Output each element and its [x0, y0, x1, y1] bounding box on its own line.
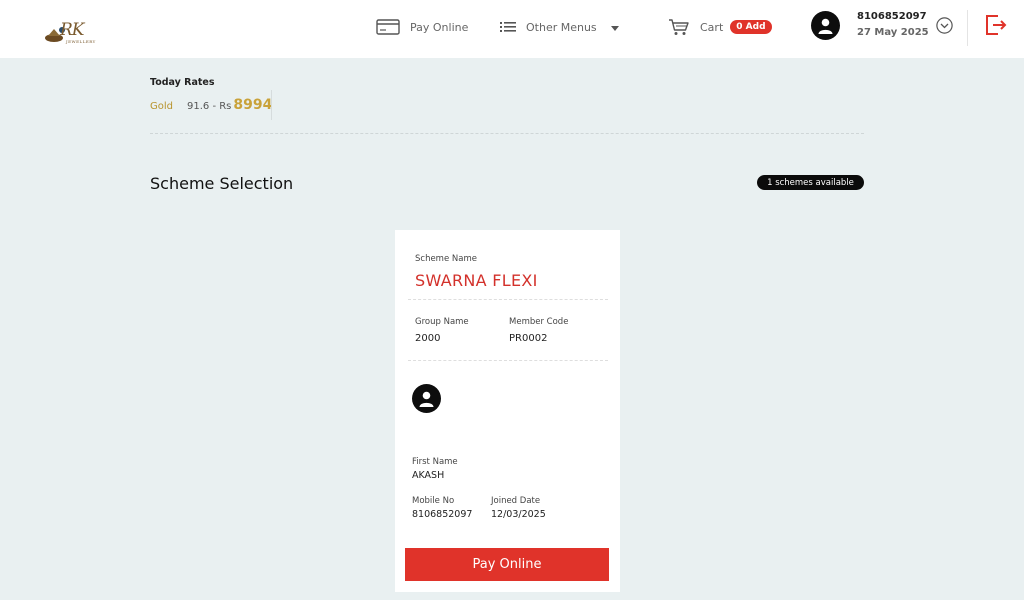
joined-date-label: Joined Date: [491, 496, 541, 506]
gold-rate-row: Gold 91.6 - Rs 8994: [150, 97, 272, 117]
rates-title: Today Rates: [150, 77, 215, 88]
rate-metal: Gold: [150, 101, 173, 112]
user-icon: [818, 18, 833, 34]
mobile-label: Mobile No: [412, 496, 455, 506]
nav-cart[interactable]: Cart 0 Add: [668, 16, 772, 38]
logo-text: RK: [60, 20, 84, 40]
page-title: Scheme Selection: [150, 174, 294, 193]
pay-online-button[interactable]: Pay Online: [405, 548, 609, 581]
section-divider: [150, 133, 864, 134]
user-menu-toggle[interactable]: [936, 17, 953, 34]
current-date: 27 May 2025: [857, 27, 929, 38]
nav-cart-label: Cart: [700, 20, 724, 34]
user-avatar[interactable]: [811, 11, 840, 40]
card-divider: [408, 360, 608, 361]
scheme-name: SWARNA FLEXI: [415, 271, 538, 290]
cart-icon: [668, 18, 690, 36]
top-header: RK JEWELLERY Pay Online Other Menus Cart…: [0, 0, 1024, 58]
group-name: 2000: [415, 333, 441, 344]
chevron-down-circle-icon: [936, 17, 953, 34]
logout-button[interactable]: [984, 13, 1008, 37]
nav-pay-online[interactable]: Pay Online: [376, 16, 468, 38]
brand-logo[interactable]: RK JEWELLERY: [44, 20, 108, 46]
member-code: PR0002: [509, 333, 548, 344]
card-divider: [408, 299, 608, 300]
schemes-available-badge: 1 schemes available: [757, 175, 864, 190]
rate-value: 8994: [233, 97, 273, 113]
nav-other-menus[interactable]: Other Menus: [500, 16, 619, 38]
rate-purity: 91.6 - Rs: [187, 101, 232, 112]
header-divider: [967, 10, 968, 46]
member-code-label: Member Code: [509, 317, 569, 327]
caret-down-icon: [610, 25, 619, 31]
joined-date: 12/03/2025: [491, 509, 546, 520]
user-icon: [419, 391, 434, 407]
user-phone: 8106852097: [857, 11, 927, 22]
list-icon: [500, 21, 516, 33]
scheme-card: Scheme Name SWARNA FLEXI Group Name 2000…: [395, 230, 620, 592]
first-name-label: First Name: [412, 457, 458, 467]
logout-icon: [986, 15, 1007, 35]
nav-other-menus-label: Other Menus: [526, 20, 597, 34]
card-icon: [376, 19, 400, 35]
rates-separator: [271, 90, 272, 120]
nav-pay-online-label: Pay Online: [410, 20, 469, 34]
logo-subtext: JEWELLERY: [66, 39, 96, 44]
scheme-name-label: Scheme Name: [415, 254, 477, 264]
group-name-label: Group Name: [415, 317, 469, 327]
cart-count-badge: 0 Add: [730, 20, 772, 34]
member-avatar: [412, 384, 441, 413]
first-name: AKASH: [412, 470, 445, 481]
mobile-number: 8106852097: [412, 509, 473, 520]
